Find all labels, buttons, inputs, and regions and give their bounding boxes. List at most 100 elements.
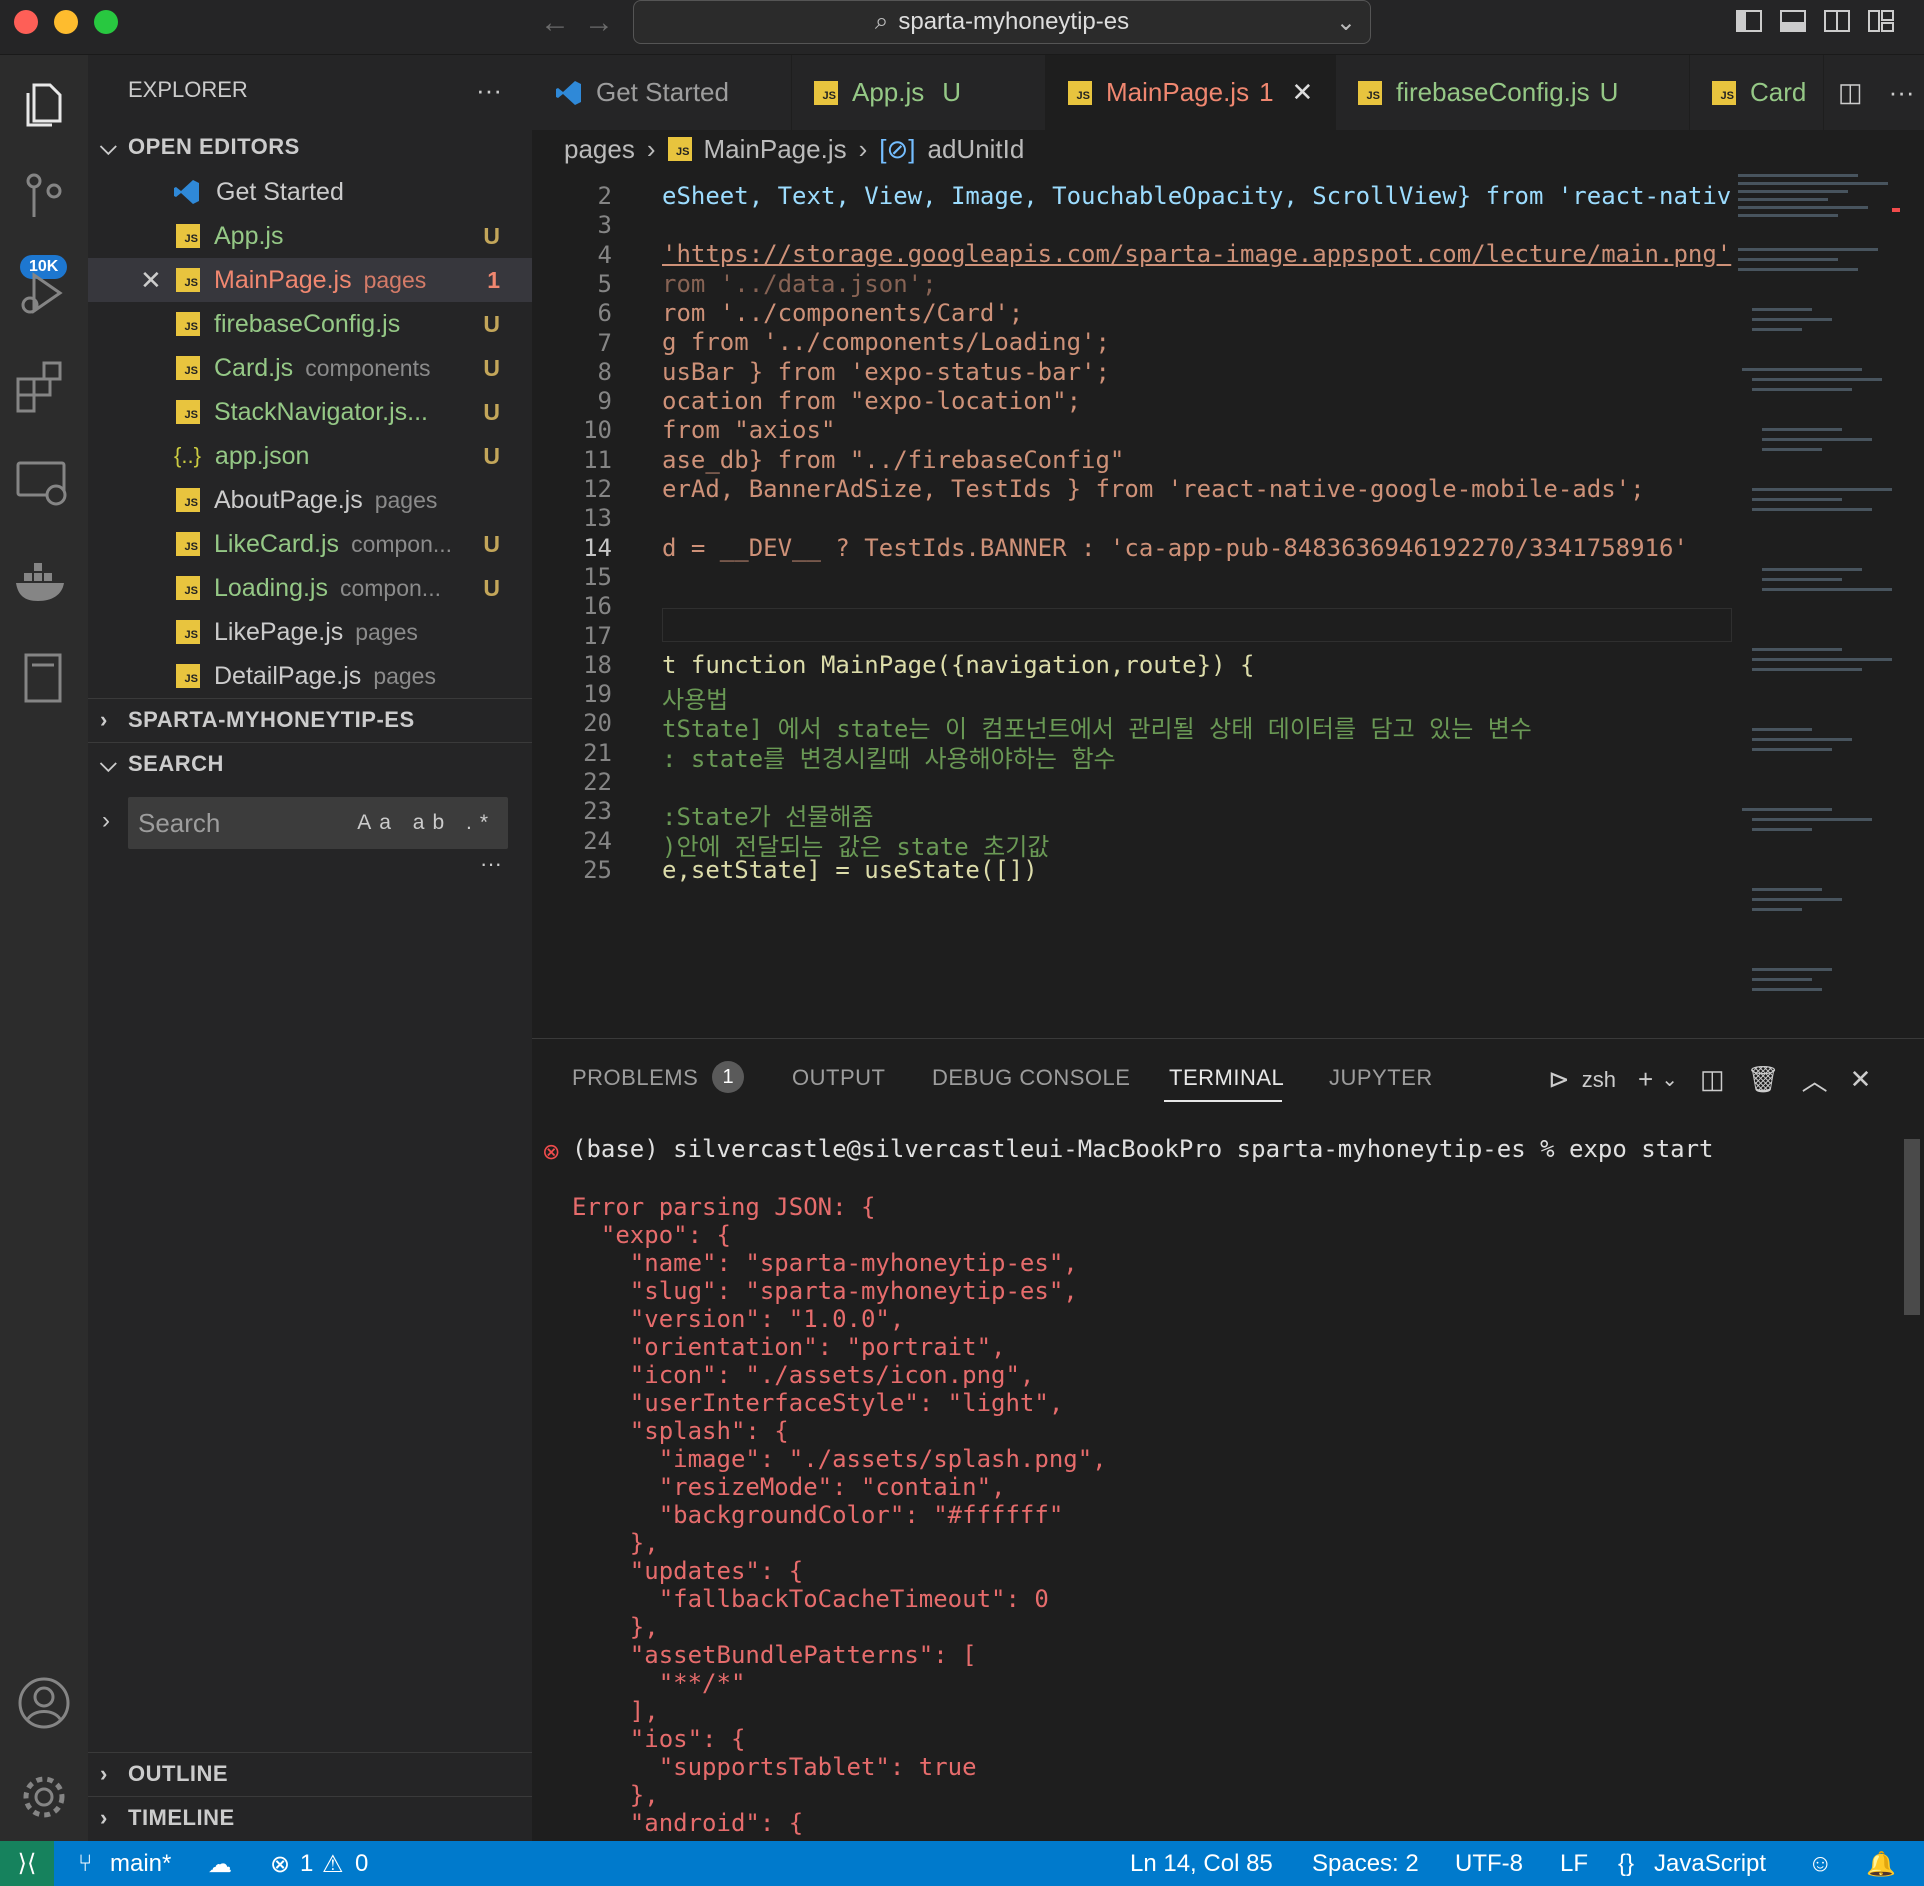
chevron-down-icon[interactable]: ⌄ [1661, 1067, 1678, 1092]
toggle-panel-icon[interactable] [1778, 6, 1808, 36]
feedback-icon[interactable]: ☺ [1808, 1850, 1833, 1878]
source-control-icon[interactable] [12, 167, 76, 231]
more-actions-icon[interactable]: ··· [1889, 77, 1915, 108]
tab-output[interactable]: OUTPUT [792, 1065, 885, 1091]
breadcrumb-symbol[interactable]: adUnitId [928, 134, 1025, 165]
minimap[interactable] [1732, 168, 1902, 1038]
remote-explorer-icon[interactable] [12, 453, 76, 517]
search-placeholder: Search [138, 807, 221, 838]
maximize-panel-icon[interactable]: ︿ [1802, 1061, 1828, 1098]
code-line: usBar } from 'expo-status-bar'; [662, 358, 1110, 386]
open-editor-item[interactable]: Get Started [88, 170, 532, 214]
more-search-options-icon[interactable]: ··· [480, 851, 502, 877]
open-editor-item[interactable]: JS App.js U [88, 214, 532, 258]
open-editor-item[interactable]: JS Loading.js compon... U [88, 566, 532, 610]
tab-mainpage-js[interactable]: JS MainPage.js 1 ✕ [1046, 55, 1336, 130]
js-file-icon: JS [176, 356, 200, 380]
close-icon[interactable]: ✕ [140, 265, 162, 296]
code-text: eSheet, Text, View, Image, TouchableOpac… [662, 182, 1732, 210]
outline-section[interactable]: › OUTLINE [88, 1752, 532, 1796]
back-arrow-icon[interactable]: ← [540, 6, 570, 40]
split-editor-icon[interactable]: ◫ [1838, 77, 1863, 108]
terminal-scrollbar[interactable] [1904, 1139, 1920, 1315]
explorer-icon[interactable] [12, 71, 76, 135]
tab-app-js[interactable]: JS App.js U [792, 55, 1046, 130]
more-actions-icon[interactable]: ··· [476, 75, 502, 106]
trash-icon[interactable]: 🗑 [1747, 1064, 1780, 1095]
git-branch[interactable]: main* [110, 1850, 171, 1878]
terminal-line: "icon": "./assets/icon.png", [572, 1361, 1035, 1389]
tab-terminal[interactable]: TERMINAL [1169, 1065, 1284, 1091]
customize-layout-icon[interactable] [1866, 6, 1896, 36]
tab-card-js[interactable]: JS Card [1690, 55, 1824, 130]
open-editor-item[interactable]: JS AboutPage.js pages [88, 478, 532, 522]
maximize-window-button[interactable] [94, 10, 118, 34]
timeline-section[interactable]: › TIMELINE [88, 1796, 532, 1840]
close-tab-icon[interactable]: ✕ [1292, 77, 1314, 108]
open-editor-item[interactable]: JS LikeCard.js compon... U [88, 522, 532, 566]
line-number: 18 [583, 650, 612, 679]
warning-count[interactable]: 0 [355, 1850, 368, 1878]
open-editor-item[interactable]: JS Card.js components U [88, 346, 532, 390]
cursor-position[interactable]: Ln 14, Col 85 [1130, 1850, 1273, 1878]
error-count[interactable]: 1 [300, 1850, 313, 1878]
notifications-bell-icon[interactable]: 🔔 [1866, 1850, 1896, 1879]
file-name: AboutPage.js [214, 485, 363, 514]
file-name: Loading.js [214, 573, 328, 602]
split-terminal-icon[interactable]: ◫ [1700, 1064, 1725, 1095]
command-center[interactable]: ⌕ sparta-myhoneytip-es ⌄ [633, 0, 1371, 44]
terminal-line: "fallbackToCacheTimeout": 0 [572, 1585, 1049, 1613]
language-mode[interactable]: JavaScript [1654, 1850, 1766, 1878]
folder-section[interactable]: › SPARTA-MYHONEYTIP-ES [88, 698, 532, 742]
sync-cloud-icon[interactable]: ☁ [208, 1850, 232, 1879]
minimize-window-button[interactable] [54, 10, 78, 34]
forward-arrow-icon[interactable]: → [584, 6, 614, 40]
tab-debug-console[interactable]: DEBUG CONSOLE [932, 1065, 1130, 1091]
open-editor-item[interactable]: JS DetailPage.js pages [88, 654, 532, 698]
open-editor-item[interactable]: {..} app.json U [88, 434, 532, 478]
terminal-line: "resizeMode": "contain", [572, 1473, 1006, 1501]
code-editor[interactable]: 2 3 4 5 6 7 8 9 10 11 12 13 14 15 16 17 18 19 20 21 22 23 24 25… [532, 168, 1732, 1038]
folder-label: SPARTA-MYHONEYTIP-ES [128, 707, 415, 732]
run-debug-icon[interactable] [12, 261, 76, 325]
tab-jupyter[interactable]: JUPYTER [1329, 1065, 1433, 1091]
open-editor-item[interactable]: JS LikePage.js pages [88, 610, 532, 654]
line-number: 17 [583, 621, 612, 650]
file-status: U [483, 354, 500, 381]
close-window-button[interactable] [14, 10, 38, 34]
docker-icon[interactable] [12, 549, 76, 613]
open-editor-item-active[interactable]: ✕ JS MainPage.js pages 1 [88, 258, 532, 302]
tab-problems[interactable]: PROBLEMS [572, 1065, 698, 1091]
remote-indicator-icon[interactable]: ⟩⟨ [0, 1841, 54, 1886]
search-section[interactable]: ⌵ SEARCH [88, 742, 532, 786]
toggle-secondary-sidebar-icon[interactable] [1822, 6, 1852, 36]
indentation[interactable]: Spaces: 2 [1312, 1850, 1419, 1878]
terminal-output[interactable]: Error parsing JSON: { "expo": { "name": … [572, 1193, 1902, 1837]
search-options[interactable]: Aa ab .* [357, 811, 496, 835]
extensions-icon[interactable] [12, 355, 76, 419]
open-editor-item[interactable]: JS StackNavigator.js... U [88, 390, 532, 434]
terminal-line: "splash": { [572, 1417, 789, 1445]
open-editor-item[interactable]: JS firebaseConfig.js U [88, 302, 532, 346]
search-input[interactable]: Search Aa ab .* [128, 797, 508, 849]
line-ending[interactable]: LF [1560, 1850, 1588, 1878]
tab-firebaseconfig-js[interactable]: JS firebaseConfig.js U [1336, 55, 1690, 130]
explorer-sidebar: EXPLORER ··· ⌵ OPEN EDITORS Get Started … [88, 55, 532, 1841]
settings-gear-icon[interactable] [12, 1765, 76, 1829]
tab-get-started[interactable]: Get Started [532, 55, 792, 130]
toggle-replace-chevron-icon[interactable]: › [102, 807, 110, 835]
new-terminal-icon[interactable]: + [1638, 1064, 1653, 1095]
shell-name[interactable]: zsh [1582, 1067, 1616, 1093]
breadcrumb-folder[interactable]: pages [564, 134, 635, 165]
encoding[interactable]: UTF-8 [1455, 1850, 1523, 1878]
chevron-down-icon[interactable]: ⌄ [1336, 8, 1356, 37]
breadcrumb-file[interactable]: MainPage.js [704, 134, 847, 165]
account-icon[interactable] [12, 1671, 76, 1735]
toggle-sidebar-icon[interactable] [1734, 6, 1764, 36]
file-name: firebaseConfig.js [214, 309, 401, 338]
open-editors-section[interactable]: ⌵ OPEN EDITORS [88, 125, 532, 169]
code-line: ase_db} from "../firebaseConfig" [662, 446, 1124, 474]
search-label: SEARCH [128, 751, 224, 776]
notebook-icon[interactable] [12, 647, 76, 711]
close-panel-icon[interactable]: ✕ [1850, 1064, 1872, 1095]
